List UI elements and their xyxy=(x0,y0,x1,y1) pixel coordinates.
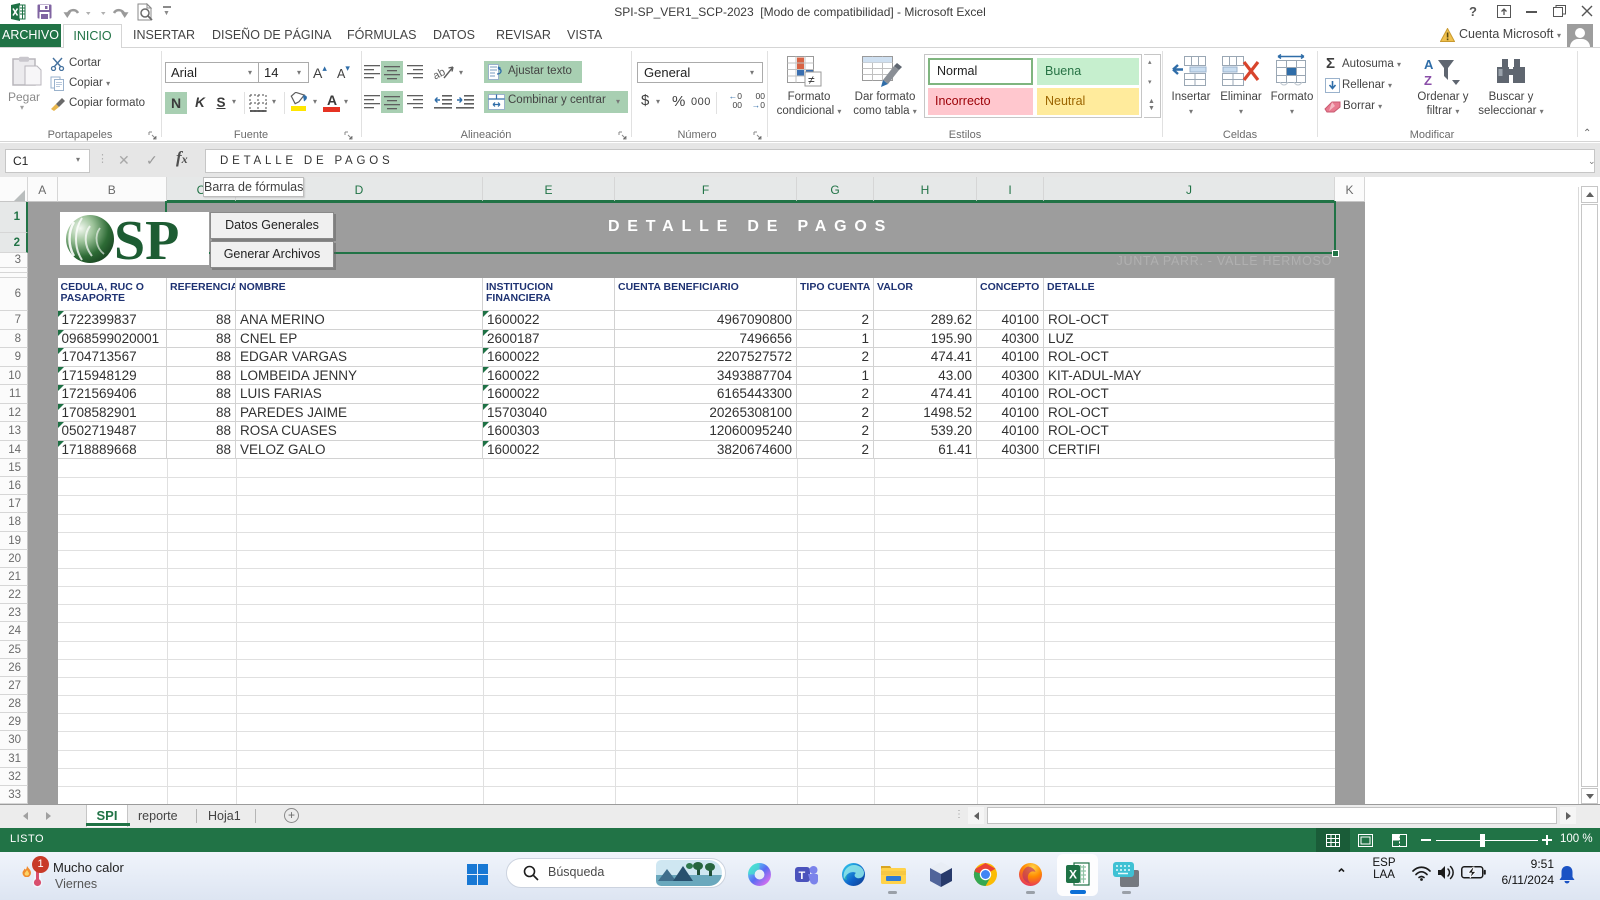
svg-text:SP: SP xyxy=(114,212,179,265)
svg-text:ab: ab xyxy=(434,66,447,82)
svg-text:Z: Z xyxy=(1424,73,1432,88)
svg-text:A: A xyxy=(1424,57,1434,72)
svg-text:X: X xyxy=(1069,868,1077,882)
svg-text:≠: ≠ xyxy=(808,73,815,87)
svg-text:T: T xyxy=(799,870,806,882)
